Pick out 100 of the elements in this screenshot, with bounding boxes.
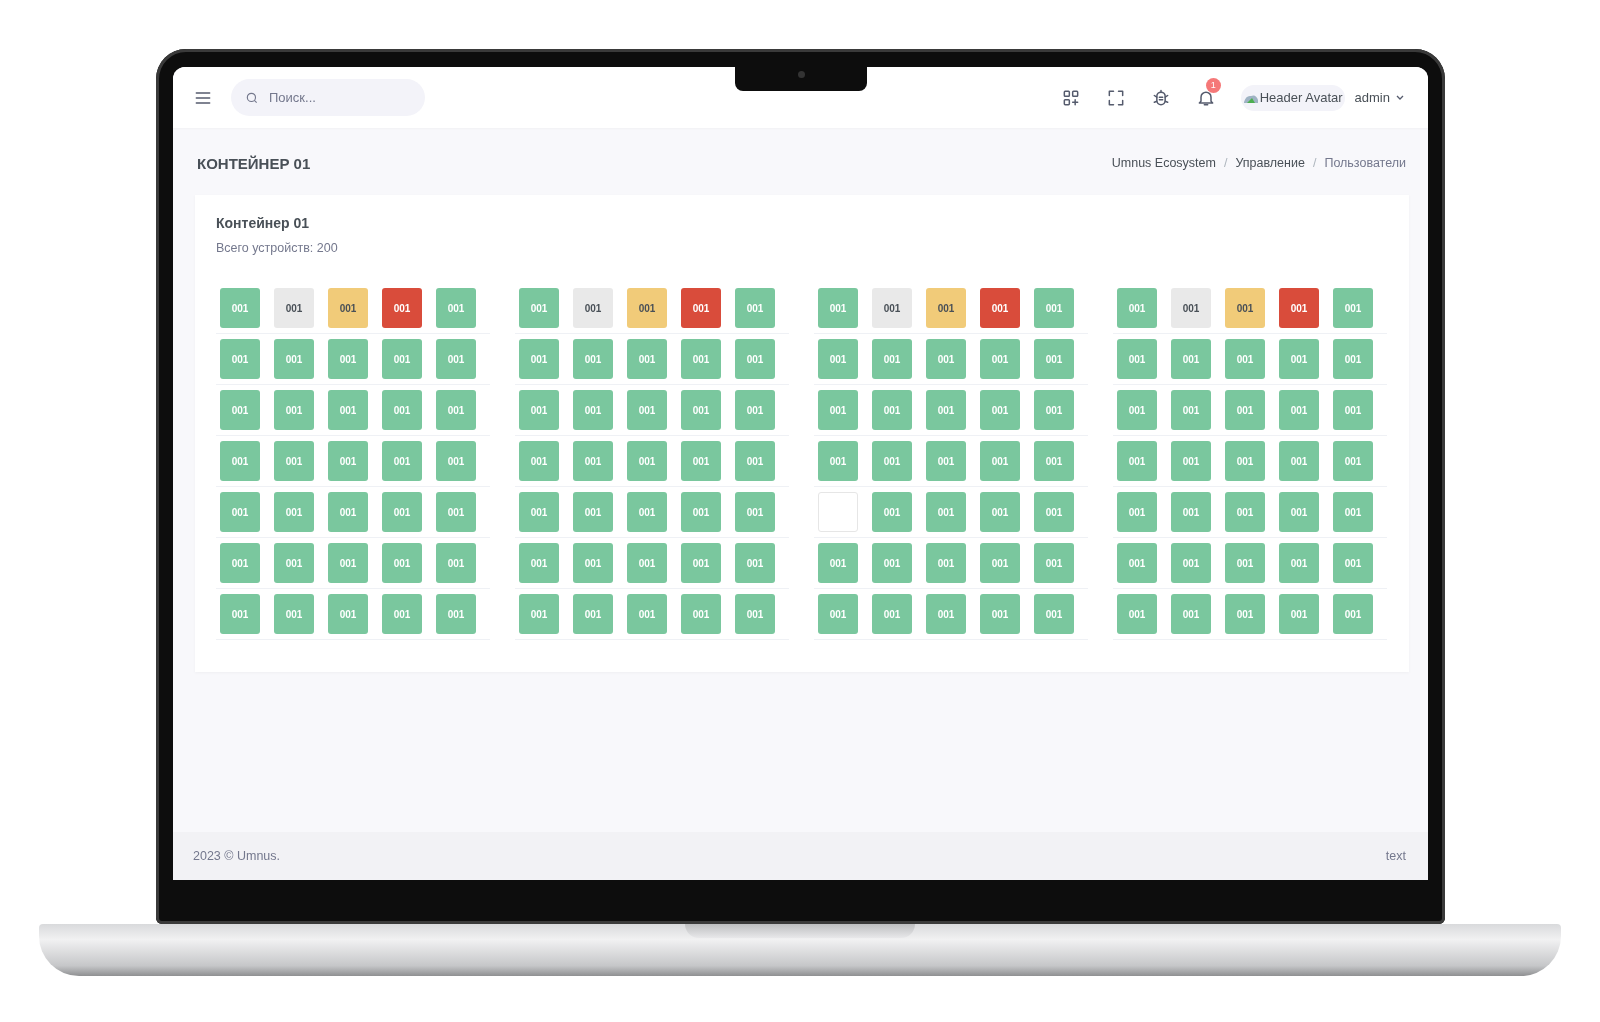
device-tile[interactable]: 001 [980,492,1020,532]
device-tile[interactable]: 001 [220,339,260,379]
device-tile[interactable]: 001 [382,594,422,634]
device-tile[interactable]: 001 [1117,492,1157,532]
device-tile[interactable]: 001 [872,543,912,583]
user-menu-button[interactable]: admin [1354,90,1404,105]
device-tile[interactable]: 001 [274,390,314,430]
device-tile[interactable]: 001 [1333,288,1373,328]
device-tile[interactable]: 001 [1279,339,1319,379]
device-tile[interactable]: 001 [681,288,721,328]
device-tile[interactable]: 001 [1117,543,1157,583]
device-tile[interactable]: 001 [627,390,667,430]
device-tile[interactable]: 001 [220,492,260,532]
device-tile[interactable]: 001 [980,288,1020,328]
device-tile[interactable]: 001 [1225,543,1265,583]
device-tile[interactable]: 001 [274,339,314,379]
device-tile[interactable]: 001 [818,390,858,430]
device-tile[interactable]: 001 [519,441,559,481]
device-tile[interactable]: 001 [328,441,368,481]
device-tile[interactable]: 001 [573,288,613,328]
device-tile[interactable]: 001 [1225,492,1265,532]
device-tile[interactable]: 001 [436,594,476,634]
device-tile[interactable]: 001 [735,339,775,379]
device-tile[interactable]: 001 [328,492,368,532]
device-tile[interactable]: 001 [1034,543,1074,583]
device-tile[interactable]: 001 [872,390,912,430]
device-tile[interactable]: 001 [681,543,721,583]
device-tile[interactable]: 001 [573,390,613,430]
device-tile[interactable]: 001 [681,594,721,634]
device-tile[interactable]: 001 [926,543,966,583]
device-tile[interactable]: 001 [1225,288,1265,328]
device-tile[interactable]: 001 [220,390,260,430]
device-tile[interactable]: 001 [735,543,775,583]
device-tile[interactable]: 001 [382,390,422,430]
device-tile[interactable]: 001 [818,441,858,481]
device-tile[interactable]: 001 [1279,543,1319,583]
device-tile[interactable]: 001 [1171,594,1211,634]
device-tile[interactable]: 001 [1333,390,1373,430]
device-tile[interactable]: 001 [1279,441,1319,481]
device-tile[interactable]: 001 [1034,339,1074,379]
device-tile[interactable]: 001 [573,492,613,532]
device-tile[interactable]: 001 [220,543,260,583]
device-tile[interactable]: 001 [872,492,912,532]
device-tile[interactable]: 001 [681,441,721,481]
device-tile[interactable]: 001 [1034,288,1074,328]
device-tile[interactable]: 001 [1034,441,1074,481]
device-tile[interactable]: 001 [1171,390,1211,430]
device-tile[interactable]: 001 [328,339,368,379]
device-tile[interactable]: 001 [573,441,613,481]
device-tile[interactable]: 001 [1117,441,1157,481]
device-tile[interactable]: 001 [1333,543,1373,583]
avatar-alt-text[interactable]: Header Avatar [1240,84,1345,111]
device-tile[interactable]: 001 [1279,594,1319,634]
device-tile[interactable]: 001 [436,492,476,532]
device-tile[interactable]: 001 [1171,543,1211,583]
device-tile[interactable]: 001 [274,441,314,481]
device-tile[interactable]: 001 [1034,492,1074,532]
device-tile[interactable]: 001 [926,594,966,634]
device-tile[interactable]: 001 [926,441,966,481]
device-tile[interactable]: 001 [980,339,1020,379]
device-tile[interactable]: 001 [980,441,1020,481]
device-tile[interactable]: 001 [818,339,858,379]
device-tile[interactable]: 001 [735,288,775,328]
device-tile[interactable]: 001 [735,492,775,532]
device-tile[interactable]: 001 [382,492,422,532]
device-tile[interactable]: 001 [328,390,368,430]
device-tile[interactable]: 001 [872,594,912,634]
device-tile[interactable]: 001 [627,594,667,634]
device-tile[interactable]: 001 [1171,492,1211,532]
device-tile[interactable]: 001 [1117,390,1157,430]
device-tile[interactable]: 001 [519,288,559,328]
device-tile[interactable]: 001 [328,543,368,583]
device-tile[interactable]: 001 [382,441,422,481]
device-tile[interactable]: 001 [519,543,559,583]
device-tile[interactable]: 001 [872,441,912,481]
device-tile[interactable]: 001 [1225,390,1265,430]
device-tile[interactable]: 001 [1225,594,1265,634]
device-tile[interactable]: 001 [926,288,966,328]
device-tile[interactable]: 001 [1225,339,1265,379]
device-tile[interactable]: 001 [436,339,476,379]
device-tile[interactable]: 001 [627,288,667,328]
device-tile[interactable]: 001 [872,288,912,328]
device-tile[interactable]: 001 [627,441,667,481]
device-tile[interactable]: 001 [1171,339,1211,379]
device-tile[interactable]: 001 [436,441,476,481]
device-tile[interactable]: 001 [519,339,559,379]
device-tile[interactable]: 001 [627,543,667,583]
device-tile[interactable]: 001 [328,594,368,634]
device-tile[interactable]: 001 [627,339,667,379]
device-tile[interactable]: 001 [382,543,422,583]
device-tile[interactable]: 001 [519,390,559,430]
device-tile[interactable]: 001 [1117,594,1157,634]
device-tile[interactable]: 001 [1117,339,1157,379]
device-tile[interactable]: 001 [735,441,775,481]
search-field[interactable]: Поиск... [231,79,425,116]
device-tile[interactable]: 001 [1333,492,1373,532]
device-tile[interactable]: 001 [1034,390,1074,430]
device-tile[interactable]: 001 [382,288,422,328]
device-tile[interactable]: 001 [818,594,858,634]
device-tile[interactable]: 001 [681,390,721,430]
